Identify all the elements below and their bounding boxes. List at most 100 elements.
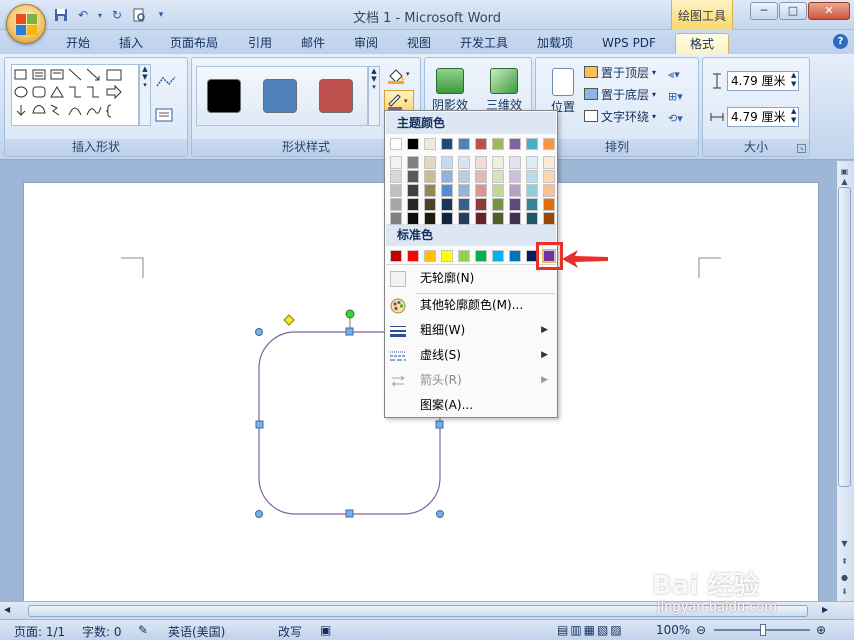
size-dialog-launcher-icon[interactable]: ↘ bbox=[797, 144, 806, 153]
theme-shade-swatch[interactable] bbox=[407, 156, 419, 169]
macro-record-icon[interactable]: ▣ bbox=[320, 623, 331, 637]
bring-front-dropdown-icon[interactable]: ▾ bbox=[652, 68, 656, 77]
shape-fill-icon[interactable]: ▾ bbox=[386, 66, 410, 87]
theme-shade-swatch[interactable] bbox=[390, 156, 402, 169]
theme-shade-swatch[interactable] bbox=[458, 156, 470, 169]
align-icons[interactable]: ⫷▾ ⊞▾ ⟲▾ bbox=[668, 64, 683, 130]
pattern-item[interactable]: 图案(A)... bbox=[386, 393, 556, 418]
standard-color-swatch[interactable] bbox=[407, 250, 419, 262]
theme-shade-swatch[interactable] bbox=[458, 198, 470, 211]
theme-shade-swatch[interactable] bbox=[475, 198, 487, 211]
scroll-right-icon[interactable]: ▶ bbox=[822, 605, 828, 614]
theme-shade-swatch[interactable] bbox=[441, 184, 453, 197]
proofing-icon[interactable]: ✎ bbox=[138, 623, 148, 637]
width-spinner-icon[interactable]: ▲ ▼ bbox=[791, 107, 796, 125]
theme-shade-swatch[interactable] bbox=[543, 184, 555, 197]
resize-handle-bottom-right[interactable] bbox=[436, 510, 444, 518]
theme-shade-swatch[interactable] bbox=[441, 198, 453, 211]
theme-shade-swatch[interactable] bbox=[492, 156, 504, 169]
theme-shade-swatch[interactable] bbox=[458, 212, 470, 225]
maximize-button[interactable]: □ bbox=[779, 2, 807, 20]
theme-shade-swatch[interactable] bbox=[543, 170, 555, 183]
theme-shade-swatch[interactable] bbox=[407, 170, 419, 183]
minimize-button[interactable]: ─ bbox=[750, 2, 778, 20]
send-back-dropdown-icon[interactable]: ▾ bbox=[652, 90, 656, 99]
theme-shade-swatch[interactable] bbox=[475, 212, 487, 225]
theme-shade-swatch[interactable] bbox=[526, 212, 538, 225]
standard-color-swatch[interactable] bbox=[458, 250, 470, 262]
tab-format[interactable]: 格式 bbox=[675, 33, 729, 54]
vertical-scroll-thumb[interactable] bbox=[838, 187, 851, 487]
resize-handle-right[interactable] bbox=[435, 420, 444, 429]
next-page-icon[interactable]: ⇟ bbox=[838, 585, 851, 598]
tab-add-ins[interactable]: 加载项 bbox=[530, 33, 580, 54]
theme-color-swatch[interactable] bbox=[458, 138, 470, 150]
tab-view[interactable]: 视图 bbox=[399, 33, 439, 54]
theme-shade-swatch[interactable] bbox=[492, 212, 504, 225]
theme-color-swatch[interactable] bbox=[407, 138, 419, 150]
weight-item[interactable]: 粗细(W) ▶ bbox=[386, 318, 556, 343]
style-swatch-blue[interactable] bbox=[263, 79, 297, 113]
standard-color-swatch[interactable] bbox=[475, 250, 487, 262]
theme-color-swatch[interactable] bbox=[390, 138, 402, 150]
theme-shade-swatch[interactable] bbox=[492, 170, 504, 183]
theme-shade-swatch[interactable] bbox=[424, 212, 436, 225]
bring-to-front-button[interactable]: 置于顶层 ▾ bbox=[584, 62, 656, 82]
theme-shade-swatch[interactable] bbox=[543, 212, 555, 225]
theme-shade-swatch[interactable] bbox=[543, 198, 555, 211]
more-outline-colors-item[interactable]: 其他轮廓颜色(M)... bbox=[386, 293, 556, 318]
theme-shade-swatch[interactable] bbox=[407, 212, 419, 225]
tab-insert[interactable]: 插入 bbox=[111, 33, 151, 54]
zoom-in-icon[interactable]: ⊕ bbox=[816, 623, 826, 637]
style-gallery-scroll[interactable]: ▲ ▼ ▾ bbox=[368, 66, 380, 126]
word-count[interactable]: 字数: 0 bbox=[82, 623, 122, 640]
resize-handle-left[interactable] bbox=[255, 420, 264, 429]
standard-color-swatch[interactable] bbox=[509, 250, 521, 262]
tab-home[interactable]: 开始 bbox=[58, 33, 98, 54]
edit-shape-icon[interactable] bbox=[155, 74, 179, 93]
theme-shade-swatch[interactable] bbox=[526, 184, 538, 197]
theme-shade-swatch[interactable] bbox=[458, 184, 470, 197]
text-box-icon[interactable] bbox=[155, 108, 173, 125]
zoom-out-icon[interactable]: ⊖ bbox=[696, 623, 706, 637]
office-button[interactable] bbox=[6, 4, 46, 44]
resize-handle-bottom-left[interactable] bbox=[255, 510, 263, 518]
view-buttons-icons[interactable]: ▤▥▦▧▨ bbox=[557, 623, 624, 637]
shape-outline-button[interactable]: ▾ bbox=[384, 90, 414, 112]
theme-color-swatch[interactable] bbox=[475, 138, 487, 150]
send-to-back-button[interactable]: 置于底层 ▾ bbox=[584, 84, 656, 104]
theme-shade-swatch[interactable] bbox=[509, 212, 521, 225]
theme-shade-swatch[interactable] bbox=[458, 170, 470, 183]
theme-color-swatch[interactable] bbox=[509, 138, 521, 150]
theme-color-swatch[interactable] bbox=[543, 138, 555, 150]
style-swatch-red[interactable] bbox=[319, 79, 353, 113]
theme-shade-swatch[interactable] bbox=[390, 198, 402, 211]
tab-mailings[interactable]: 邮件 bbox=[293, 33, 333, 54]
shapes-gallery[interactable] bbox=[11, 64, 139, 126]
theme-shade-swatch[interactable] bbox=[441, 212, 453, 225]
text-wrap-dropdown-icon[interactable]: ▾ bbox=[652, 112, 656, 121]
theme-shade-swatch[interactable] bbox=[441, 170, 453, 183]
tab-references[interactable]: 引用 bbox=[240, 33, 280, 54]
tab-wps-pdf[interactable]: WPS PDF bbox=[594, 33, 664, 54]
resize-handle-top-left[interactable] bbox=[255, 328, 263, 336]
zoom-slider-thumb[interactable] bbox=[760, 624, 766, 636]
theme-shade-swatch[interactable] bbox=[424, 170, 436, 183]
standard-color-swatch[interactable] bbox=[492, 250, 504, 262]
theme-shade-swatch[interactable] bbox=[424, 198, 436, 211]
theme-color-swatch[interactable] bbox=[492, 138, 504, 150]
standard-color-swatch[interactable] bbox=[390, 250, 402, 262]
theme-shade-swatch[interactable] bbox=[492, 198, 504, 211]
page-count[interactable]: 页面: 1/1 bbox=[14, 623, 65, 640]
language-indicator[interactable]: 英语(美国) bbox=[168, 623, 225, 640]
theme-shade-swatch[interactable] bbox=[475, 170, 487, 183]
adjustment-handle[interactable] bbox=[283, 314, 295, 326]
tab-developer[interactable]: 开发工具 bbox=[452, 33, 516, 54]
theme-shade-swatch[interactable] bbox=[407, 198, 419, 211]
zoom-level[interactable]: 100% bbox=[656, 623, 690, 637]
theme-shade-swatch[interactable] bbox=[424, 184, 436, 197]
tab-review[interactable]: 审阅 bbox=[346, 33, 386, 54]
shape-style-gallery[interactable] bbox=[196, 66, 368, 126]
theme-shade-swatch[interactable] bbox=[509, 170, 521, 183]
help-icon[interactable]: ? bbox=[833, 34, 848, 49]
